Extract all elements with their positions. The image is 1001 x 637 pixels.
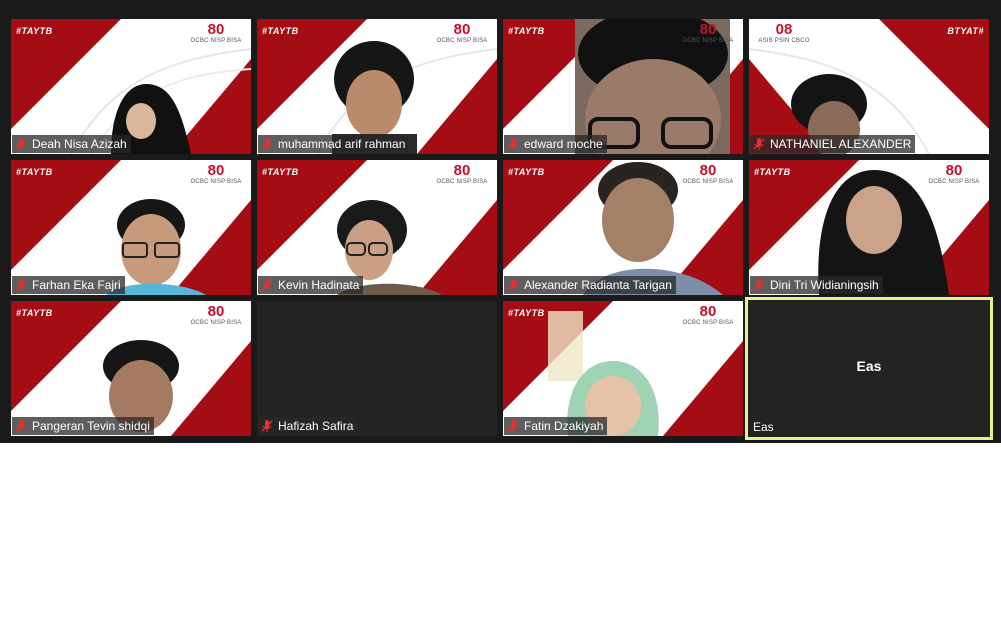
participant-name-bar: Deah Nisa Azizah (12, 135, 131, 153)
brand-logo: 80 OCBC NISP BISA (682, 303, 734, 326)
brand-hashtag: #TAYTB (262, 26, 299, 36)
participant-tile[interactable]: #TAYTB 80 OCBC NISP BISA Dini Tri Widian… (749, 160, 989, 295)
brand-logo: 08 ASIB PSIN CBCO (758, 21, 810, 44)
participant-name: Dini Tri Widianingsih (770, 278, 879, 292)
participant-name-bar: Hafizah Safira (258, 417, 358, 435)
microphone-muted-icon (261, 138, 273, 150)
participant-name: NATHANIEL ALEXANDER (770, 137, 912, 151)
microphone-muted-icon (15, 420, 27, 432)
brand-logo: 80 OCBC NISP BISA (436, 21, 488, 44)
participant-name: Fatin Dzakiyah (524, 419, 604, 433)
participant-name: Pangeran Tevin shidqi (32, 419, 150, 433)
brand-hashtag: #TAYTB (508, 308, 545, 318)
brand-logo: 80 OCBC NISP BISA (436, 162, 488, 185)
brand-logo: 80 OCBC NISP BISA (682, 21, 734, 44)
microphone-muted-icon (15, 138, 27, 150)
participant-name: Alexander Radianta Tarigan (524, 278, 672, 292)
participant-name: edward moche (524, 137, 603, 151)
participant-tile[interactable]: #TAYTB 80 OCBC NISP BISA Pangeran Tevin … (11, 301, 251, 436)
brand-logo: 80 OCBC NISP BISA (190, 303, 242, 326)
microphone-muted-icon (261, 279, 273, 291)
participant-name: Hafizah Safira (278, 419, 354, 433)
brand-hashtag: #TAYTB (16, 167, 53, 177)
participant-tile[interactable]: #TAYTB 80 OCBC NISP BISA Deah Nisa Aziza… (11, 19, 251, 154)
microphone-muted-icon (507, 138, 519, 150)
participant-name: muhammad arif rahman (278, 137, 406, 151)
participant-name-bar: Dini Tri Widianingsih (750, 276, 883, 294)
brand-hashtag: #TAYTB (262, 167, 299, 177)
participant-tile[interactable]: #TAYTB 80 OCBC NISP BISA edward moche (503, 19, 743, 154)
participant-tile[interactable]: #TAYTB 80 OCBC NISP BISA Fatin Dzakiyah (503, 301, 743, 436)
participant-tile[interactable]: #TAYTB 80 OCBC NISP BISA Kevin Hadinata (257, 160, 497, 295)
participant-name-bar: Pangeran Tevin shidqi (12, 417, 154, 435)
participant-name-bar: Farhan Eka Fajri (12, 276, 125, 294)
microphone-muted-icon (507, 420, 519, 432)
participant-display-name: Eas (856, 358, 882, 374)
brand-hashtag: #TAYTB (508, 26, 545, 36)
brand-hashtag: #TAYTB (16, 308, 53, 318)
brand-logo: 80 OCBC NISP BISA (190, 162, 242, 185)
participant-name-bar: Alexander Radianta Tarigan (504, 276, 676, 294)
brand-hashtag: #TAYTB (16, 26, 53, 36)
participant-name-bar: Kevin Hadinata (258, 276, 364, 294)
participant-name-bar: edward moche (504, 135, 607, 153)
brand-logo: 80 OCBC NISP BISA (190, 21, 242, 44)
microphone-muted-icon (753, 138, 765, 150)
participant-tile[interactable]: BTYAT# 08 ASIB PSIN CBCO NATHANIEL ALEXA… (749, 19, 989, 154)
brand-logo: 80 OCBC NISP BISA (682, 162, 734, 185)
video-grid: #TAYTB 80 OCBC NISP BISA Deah Nisa Aziza… (0, 0, 1001, 443)
participant-name-bar: NATHANIEL ALEXANDER (750, 135, 916, 153)
brand-hashtag: BTYAT# (947, 26, 984, 36)
participant-tile[interactable]: #TAYTB 80 OCBC NISP BISA Farhan Eka Fajr… (11, 160, 251, 295)
brand-hashtag: #TAYTB (508, 167, 545, 177)
participant-name: Deah Nisa Azizah (32, 137, 127, 151)
participant-name: Farhan Eka Fajri (32, 278, 121, 292)
microphone-muted-icon (753, 279, 765, 291)
microphone-muted-icon (507, 279, 519, 291)
participant-tile[interactable]: #TAYTB 80 OCBC NISP BISA muhammad arif r… (257, 19, 497, 154)
active-speaker-tile[interactable]: Eas Eas (745, 297, 993, 440)
brand-hashtag: #TAYTB (754, 167, 791, 177)
participant-name: Kevin Hadinata (278, 278, 360, 292)
participant-name-bar: Fatin Dzakiyah (504, 417, 608, 435)
brand-logo: 80 OCBC NISP BISA (928, 162, 980, 185)
microphone-muted-icon (15, 279, 27, 291)
participant-name-bar: muhammad arif rahman (258, 135, 410, 153)
participant-tile-video-off[interactable]: Hafizah Safira (257, 301, 497, 436)
participant-tile[interactable]: #TAYTB 80 OCBC NISP BISA Alexander Radia… (503, 160, 743, 295)
participant-name: Eas (753, 420, 774, 434)
microphone-muted-icon (261, 420, 273, 432)
